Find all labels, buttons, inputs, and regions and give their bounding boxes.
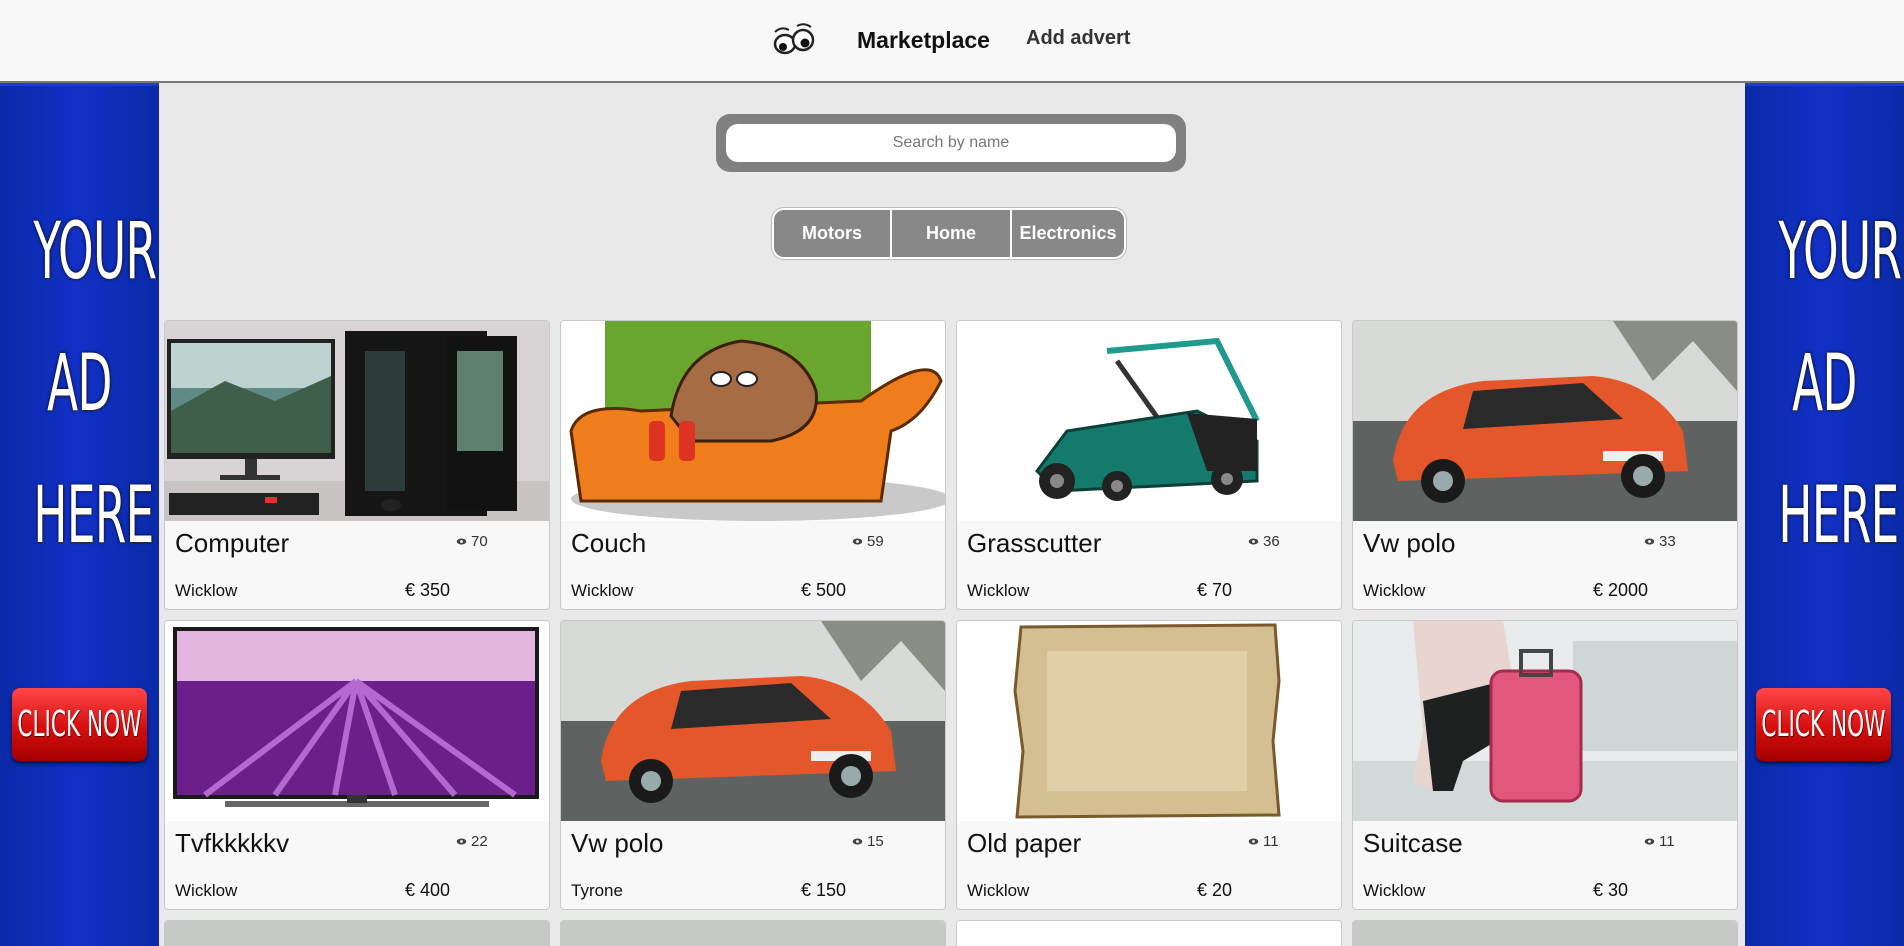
- eye-icon: [456, 538, 467, 545]
- search-input[interactable]: [726, 124, 1176, 162]
- listing-location: Wicklow: [175, 581, 238, 600]
- listing-card-partial[interactable]: [560, 920, 946, 946]
- ad-text-line: AD: [47, 339, 112, 429]
- listing-card[interactable]: Computer 70 Wicklow € 350: [164, 320, 550, 610]
- view-count: 22: [456, 833, 488, 850]
- ad-button-label: CLICK NOW: [17, 704, 142, 745]
- top-navbar: Marketplace Add advert: [0, 0, 1904, 83]
- category-electronics-button[interactable]: Electronics: [1010, 210, 1124, 257]
- listing-card[interactable]: Grasscutter 36 Wicklow € 70: [956, 320, 1342, 610]
- listing-title: Suitcase: [1363, 828, 1463, 858]
- listing-image-partial: [561, 921, 945, 946]
- eyes-logo-icon[interactable]: [771, 22, 819, 58]
- listing-card[interactable]: Old paper 11 Wicklow € 20: [956, 620, 1342, 910]
- orange-car-image: [1353, 321, 1737, 521]
- listing-title: Computer: [175, 528, 290, 558]
- view-count-value: 15: [867, 833, 884, 850]
- category-home-button[interactable]: Home: [890, 210, 1010, 257]
- listing-location: Wicklow: [175, 881, 238, 900]
- listing-price: € 500: [801, 580, 847, 600]
- view-count-value: 36: [1263, 533, 1280, 550]
- view-count: 11: [1644, 833, 1675, 850]
- view-count: 59: [852, 533, 884, 550]
- listing-title: Old paper: [967, 828, 1082, 858]
- eye-icon: [852, 538, 863, 545]
- listing-price: € 400: [405, 880, 451, 900]
- tv-lavender-image: [165, 621, 549, 821]
- listing-image-partial: [1353, 921, 1737, 946]
- couch-image: [561, 321, 945, 521]
- listing-price: € 30: [1593, 880, 1629, 900]
- listing-card[interactable]: Suitcase 11 Wicklow € 30: [1352, 620, 1738, 910]
- search-frame: [716, 114, 1186, 172]
- ad-text: YOUR AD HERE: [33, 186, 157, 582]
- eye-icon: [852, 838, 863, 845]
- ad-click-now-button[interactable]: CLICK NOW: [12, 688, 147, 761]
- listing-title: Tvfkkkkkv: [175, 828, 290, 858]
- listing-location: Wicklow: [967, 581, 1030, 600]
- listing-price: € 70: [1197, 580, 1233, 600]
- view-count-value: 70: [471, 533, 488, 550]
- orange-car-image: [561, 621, 945, 821]
- eye-icon: [1248, 838, 1259, 845]
- ad-text: YOUR AD HERE: [1778, 186, 1902, 582]
- listing-card-partial[interactable]: [164, 920, 550, 946]
- listing-location: Wicklow: [1363, 881, 1426, 900]
- ad-text-line: YOUR: [33, 207, 157, 297]
- listing-location: Wicklow: [571, 581, 634, 600]
- eye-icon: [1248, 538, 1259, 545]
- view-count-value: 59: [867, 533, 884, 550]
- listing-title: Vw polo: [571, 828, 664, 858]
- view-count: 36: [1248, 533, 1280, 550]
- view-count: 70: [456, 533, 488, 550]
- ad-button-label: CLICK NOW: [1761, 704, 1886, 745]
- ad-click-now-button[interactable]: CLICK NOW: [1756, 688, 1891, 761]
- view-count-value: 11: [1263, 833, 1279, 850]
- view-count-value: 33: [1659, 533, 1676, 550]
- left-ad-banner[interactable]: YOUR AD HERE CLICK NOW: [0, 83, 159, 946]
- view-count: 11: [1248, 833, 1279, 850]
- ad-text-line: YOUR: [1778, 207, 1902, 297]
- listing-location: Tyrone: [571, 881, 623, 900]
- lawnmower-image: [957, 321, 1341, 521]
- old-paper-image: [957, 621, 1341, 821]
- listing-location: Wicklow: [1363, 581, 1426, 600]
- listing-card[interactable]: Vw polo 15 Tyrone € 150: [560, 620, 946, 910]
- listing-title: Vw polo: [1363, 528, 1456, 558]
- listing-title: Grasscutter: [967, 528, 1102, 558]
- listing-card[interactable]: Couch 59 Wicklow € 500: [560, 320, 946, 610]
- listing-card[interactable]: Vw polo 33 Wicklow € 2000: [1352, 320, 1738, 610]
- computer-image: [165, 321, 549, 521]
- listing-card[interactable]: Tvfkkkkkv 22 Wicklow € 400: [164, 620, 550, 910]
- category-motors-button[interactable]: Motors: [774, 210, 890, 257]
- listing-location: Wicklow: [967, 881, 1030, 900]
- listing-image-partial: [957, 921, 1341, 946]
- listing-price: € 20: [1197, 880, 1233, 900]
- eye-icon: [456, 838, 467, 845]
- view-count: 33: [1644, 533, 1676, 550]
- brand-link[interactable]: Marketplace: [857, 27, 990, 54]
- view-count-value: 11: [1659, 833, 1675, 850]
- eye-icon: [1644, 838, 1655, 845]
- ad-text-line: HERE: [1778, 471, 1899, 561]
- category-filter: Motors Home Electronics: [772, 208, 1126, 259]
- listing-card-partial[interactable]: [956, 920, 1342, 946]
- suitcase-image: [1353, 621, 1737, 821]
- view-count: 15: [852, 833, 884, 850]
- view-count-value: 22: [471, 833, 488, 850]
- ad-text-line: AD: [1792, 339, 1857, 429]
- listing-image-partial: [165, 921, 549, 946]
- listing-price: € 350: [405, 580, 451, 600]
- listing-card-partial[interactable]: [1352, 920, 1738, 946]
- add-advert-link[interactable]: Add advert: [1026, 27, 1130, 50]
- listing-price: € 150: [801, 880, 847, 900]
- listing-title: Couch: [571, 528, 647, 558]
- right-ad-banner[interactable]: YOUR AD HERE CLICK NOW: [1745, 83, 1904, 946]
- eye-icon: [1644, 538, 1655, 545]
- listing-price: € 2000: [1593, 580, 1649, 600]
- ad-text-line: HERE: [33, 471, 154, 561]
